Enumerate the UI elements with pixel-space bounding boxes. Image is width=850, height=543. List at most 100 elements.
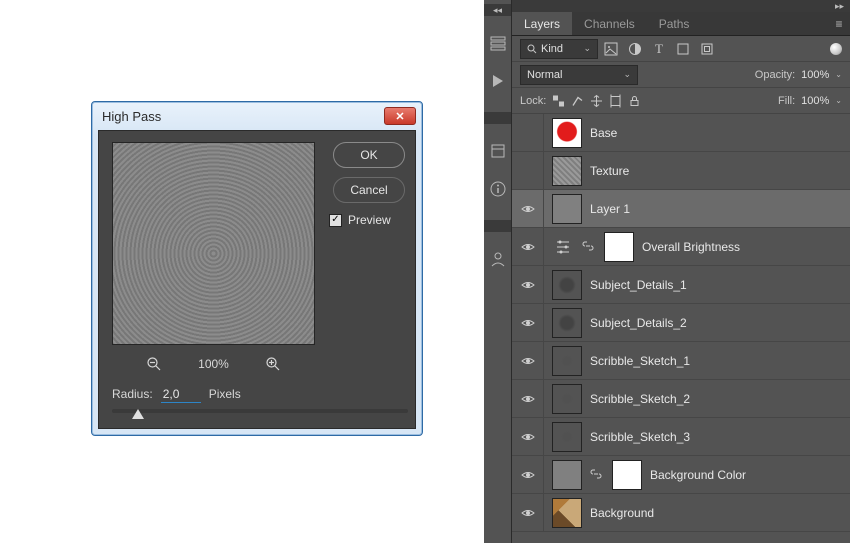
cancel-button-label: Cancel	[350, 183, 387, 197]
collapsed-panel-column: ◂◂	[484, 0, 512, 543]
fill-chevron-icon[interactable]: ⌄	[835, 96, 842, 105]
layer-row[interactable]: Scribble_Sketch_1	[512, 342, 850, 380]
layer-name[interactable]: Scribble_Sketch_2	[590, 392, 690, 406]
actions-panel-icon[interactable]	[487, 70, 509, 92]
lock-row: Lock: Fill: 100% ⌄	[512, 88, 850, 114]
lock-label: Lock:	[520, 95, 546, 107]
layer-mask-thumb[interactable]	[612, 460, 642, 490]
expand-collapsed-button[interactable]: ◂◂	[484, 4, 511, 16]
opacity-label[interactable]: Opacity:	[755, 69, 795, 81]
layer-thumbnail[interactable]	[552, 270, 582, 300]
layers-list[interactable]: Base Texture Layer 1 Overall Brightness Subj…	[512, 114, 850, 543]
layer-name[interactable]: Scribble_Sketch_1	[590, 354, 690, 368]
close-button[interactable]: ✕	[384, 107, 416, 125]
layer-row[interactable]: Scribble_Sketch_3	[512, 418, 850, 456]
layer-thumbnail[interactable]	[552, 422, 582, 452]
lock-position-icon[interactable]	[590, 94, 603, 107]
radius-slider-thumb[interactable]	[132, 409, 144, 419]
tab-paths[interactable]: Paths	[647, 12, 702, 35]
filter-toggle-switch[interactable]	[830, 43, 842, 55]
layer-thumbnail[interactable]	[552, 194, 582, 224]
layer-visibility-toggle[interactable]	[512, 456, 544, 493]
layer-visibility-toggle[interactable]	[512, 494, 544, 531]
layer-visibility-toggle[interactable]	[512, 418, 544, 455]
zoom-out-button[interactable]	[146, 356, 162, 372]
radius-input[interactable]	[161, 385, 201, 403]
layer-row[interactable]: Background	[512, 494, 850, 532]
layer-name[interactable]: Subject_Details_2	[590, 316, 687, 330]
layer-visibility-toggle[interactable]	[512, 114, 544, 151]
layer-row[interactable]: Texture	[512, 152, 850, 190]
layer-row[interactable]: Scribble_Sketch_2	[512, 380, 850, 418]
tab-channels[interactable]: Channels	[572, 12, 647, 35]
fill-value[interactable]: 100%	[801, 95, 829, 107]
layer-thumbnail[interactable]	[552, 308, 582, 338]
preview-checkbox-label: Preview	[348, 213, 391, 227]
layer-visibility-toggle[interactable]	[512, 266, 544, 303]
zoom-in-button[interactable]	[265, 356, 281, 372]
layer-visibility-toggle[interactable]	[512, 190, 544, 227]
filter-adjustment-icon[interactable]	[628, 42, 642, 56]
blend-mode-select[interactable]: Normal ⌄	[520, 65, 638, 85]
ok-button[interactable]: OK	[333, 142, 405, 168]
layer-name[interactable]: Overall Brightness	[642, 240, 740, 254]
layer-thumbnail[interactable]	[552, 156, 582, 186]
fill-label[interactable]: Fill:	[778, 95, 795, 107]
opacity-chevron-icon[interactable]: ⌄	[835, 70, 842, 79]
filter-smart-icon[interactable]	[700, 42, 714, 56]
character-panel-icon[interactable]	[487, 248, 509, 270]
layer-row[interactable]: Subject_Details_1	[512, 266, 850, 304]
dialog-titlebar[interactable]: High Pass ✕	[92, 102, 422, 130]
layer-thumbnail[interactable]	[552, 498, 582, 528]
layer-row[interactable]: Background Color	[512, 456, 850, 494]
layer-thumbnail[interactable]	[552, 346, 582, 376]
layer-row[interactable]: Subject_Details_2	[512, 304, 850, 342]
blend-mode-value: Normal	[527, 69, 562, 81]
filter-type-icon[interactable]: T	[652, 42, 666, 56]
layer-visibility-toggle[interactable]	[512, 380, 544, 417]
preview-checkbox[interactable]: ✓	[329, 214, 342, 227]
lock-transparency-icon[interactable]	[552, 94, 565, 107]
filter-shape-icon[interactable]	[676, 42, 690, 56]
panel-tabs: Layers Channels Paths ≡	[512, 12, 850, 36]
layer-thumbnail[interactable]	[552, 384, 582, 414]
tab-label: Channels	[584, 17, 635, 31]
info-panel-icon[interactable]	[487, 178, 509, 200]
layer-name[interactable]: Texture	[590, 164, 629, 178]
close-icon: ✕	[395, 110, 404, 123]
layer-visibility-toggle[interactable]	[512, 304, 544, 341]
eye-icon	[521, 316, 535, 330]
history-panel-icon[interactable]	[487, 32, 509, 54]
radius-slider-track[interactable]	[112, 409, 408, 413]
layer-name[interactable]: Background Color	[650, 468, 746, 482]
panel-menu-button[interactable]: ≡	[828, 12, 850, 35]
filter-kind-select[interactable]: Kind ⌄	[520, 39, 598, 59]
filter-preview-image[interactable]	[112, 142, 315, 345]
layer-visibility-toggle[interactable]	[512, 342, 544, 379]
layer-row[interactable]: Overall Brightness	[512, 228, 850, 266]
tab-layers[interactable]: Layers	[512, 12, 572, 35]
panel-collapse-button[interactable]: ▸▸	[512, 0, 850, 12]
layer-name[interactable]: Scribble_Sketch_3	[590, 430, 690, 444]
layer-thumbnail[interactable]	[552, 118, 582, 148]
lock-artboard-icon[interactable]	[609, 94, 622, 107]
opacity-value[interactable]: 100%	[801, 69, 829, 81]
layer-row[interactable]: Layer 1	[512, 190, 850, 228]
lock-all-icon[interactable]	[628, 94, 641, 107]
layer-name[interactable]: Background	[590, 506, 654, 520]
layer-visibility-toggle[interactable]	[512, 152, 544, 189]
layer-thumbnail[interactable]	[552, 460, 582, 490]
layer-name[interactable]: Base	[590, 126, 617, 140]
panels-dock: ◂◂ ▸▸ Layers Channels Paths ≡	[484, 0, 850, 543]
properties-panel-icon[interactable]	[487, 140, 509, 162]
layer-visibility-toggle[interactable]	[512, 228, 544, 265]
layer-name[interactable]: Layer 1	[590, 202, 630, 216]
lock-pixels-icon[interactable]	[571, 94, 584, 107]
filter-pixel-icon[interactable]	[604, 42, 618, 56]
layer-row[interactable]: Base	[512, 114, 850, 152]
eye-icon	[521, 278, 535, 292]
layer-name[interactable]: Subject_Details_1	[590, 278, 687, 292]
cancel-button[interactable]: Cancel	[333, 177, 405, 203]
layer-mask-thumb[interactable]	[604, 232, 634, 262]
ok-button-label: OK	[360, 148, 377, 162]
